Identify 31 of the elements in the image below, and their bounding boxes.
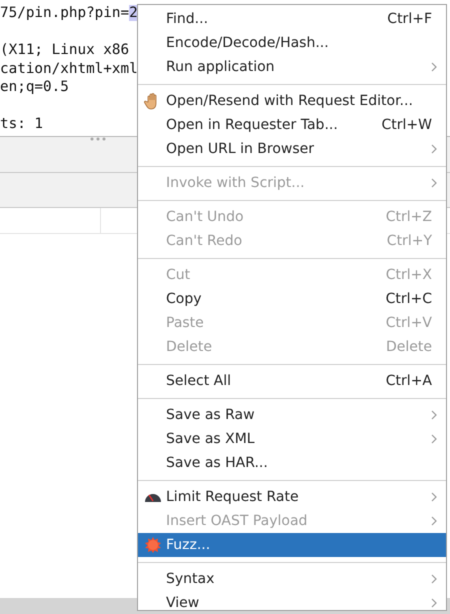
code-text: (X11; Linux x86 (0, 42, 130, 58)
shortcut-text: Ctrl+V (384, 315, 433, 331)
shortcut-text: Ctrl+X (384, 267, 433, 283)
code-text: 75/pin.php?pin= (0, 5, 130, 21)
resize-handle[interactable] (88, 136, 108, 142)
shortcut-text: Ctrl+Z (384, 209, 433, 225)
shortcut-text: Ctrl+F (386, 11, 433, 27)
menu-item[interactable]: Save as XML (138, 427, 446, 451)
shortcut-text: Delete (385, 339, 433, 355)
shortcut-text: Ctrl+A (384, 373, 433, 389)
menu-item[interactable]: Copy Ctrl+C (138, 287, 446, 311)
menu-item[interactable]: Open/Resend with Request Editor... (138, 89, 446, 113)
code-text: ts: 1 (0, 116, 44, 132)
shortcut-text: Ctrl+Y (386, 233, 433, 249)
menu-item[interactable]: Run application (138, 55, 446, 79)
menu-item[interactable]: Open in Requester Tab... Ctrl+W (138, 113, 446, 137)
menu-item[interactable]: Encode/Decode/Hash... (138, 31, 446, 55)
menu-item[interactable]: Find... Ctrl+F (138, 7, 446, 31)
burst-icon (144, 536, 162, 554)
menu-item[interactable]: Save as Raw (138, 403, 446, 427)
menu-item[interactable]: Open URL in Browser (138, 137, 446, 161)
menu-item[interactable]: Syntax (138, 567, 446, 591)
menu-item[interactable]: Fuzz... (138, 533, 446, 557)
code-text: en;q=0.5 (0, 79, 69, 95)
menu-item[interactable]: Save as HAR... (138, 451, 446, 475)
menu-item[interactable]: Select All Ctrl+A (138, 369, 446, 393)
shortcut-text: Ctrl+W (380, 117, 433, 133)
shortcut-text: Ctrl+C (384, 291, 433, 307)
menu-item[interactable]: Limit Request Rate (138, 485, 446, 509)
menu-item[interactable]: View (138, 591, 446, 614)
code-text: cation/xhtml+xml (0, 60, 138, 76)
